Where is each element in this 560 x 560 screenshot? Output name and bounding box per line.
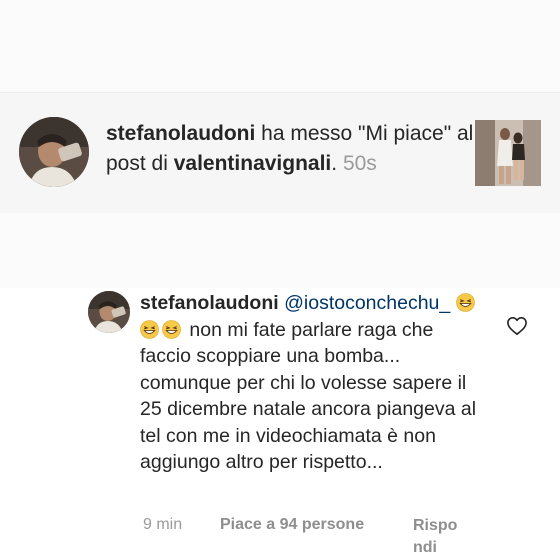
comment-likes[interactable]: Piace a 94 persone xyxy=(220,515,364,535)
notification-username[interactable]: stefanolaudoni xyxy=(106,122,255,145)
heart-icon[interactable] xyxy=(506,316,528,336)
grinning-squinting-face-emoji xyxy=(140,319,159,339)
avatar[interactable] xyxy=(19,117,89,187)
post-photo xyxy=(475,120,541,186)
post-thumbnail[interactable] xyxy=(475,120,541,186)
top-blank-area xyxy=(0,0,560,92)
comment-avatar[interactable] xyxy=(88,291,130,333)
notification-target-user[interactable]: valentinavignali xyxy=(174,152,332,175)
notification-text: stefanolaudoni ha messo "Mi piace" al po… xyxy=(106,119,476,179)
notification-separator: . xyxy=(331,152,343,175)
notification-time: 50s xyxy=(342,152,377,175)
comment-profile-photo xyxy=(88,291,130,333)
reply-button[interactable]: Rispondi xyxy=(413,515,463,559)
comment-username[interactable]: stefanolaudoni xyxy=(140,292,279,314)
gap-area xyxy=(0,213,560,288)
comment-message: non mi fate parlare raga che faccio scop… xyxy=(140,318,477,474)
grinning-squinting-face-emoji xyxy=(455,293,475,312)
comment-mention[interactable]: @iostoconchechu_ xyxy=(284,292,450,314)
comment-text: stefanolaudoni @iostoconchechu_ non mi f… xyxy=(140,290,485,476)
comment-time: 9 min xyxy=(143,516,183,533)
profile-photo xyxy=(19,117,89,187)
grinning-squinting-face-emoji xyxy=(162,319,181,339)
